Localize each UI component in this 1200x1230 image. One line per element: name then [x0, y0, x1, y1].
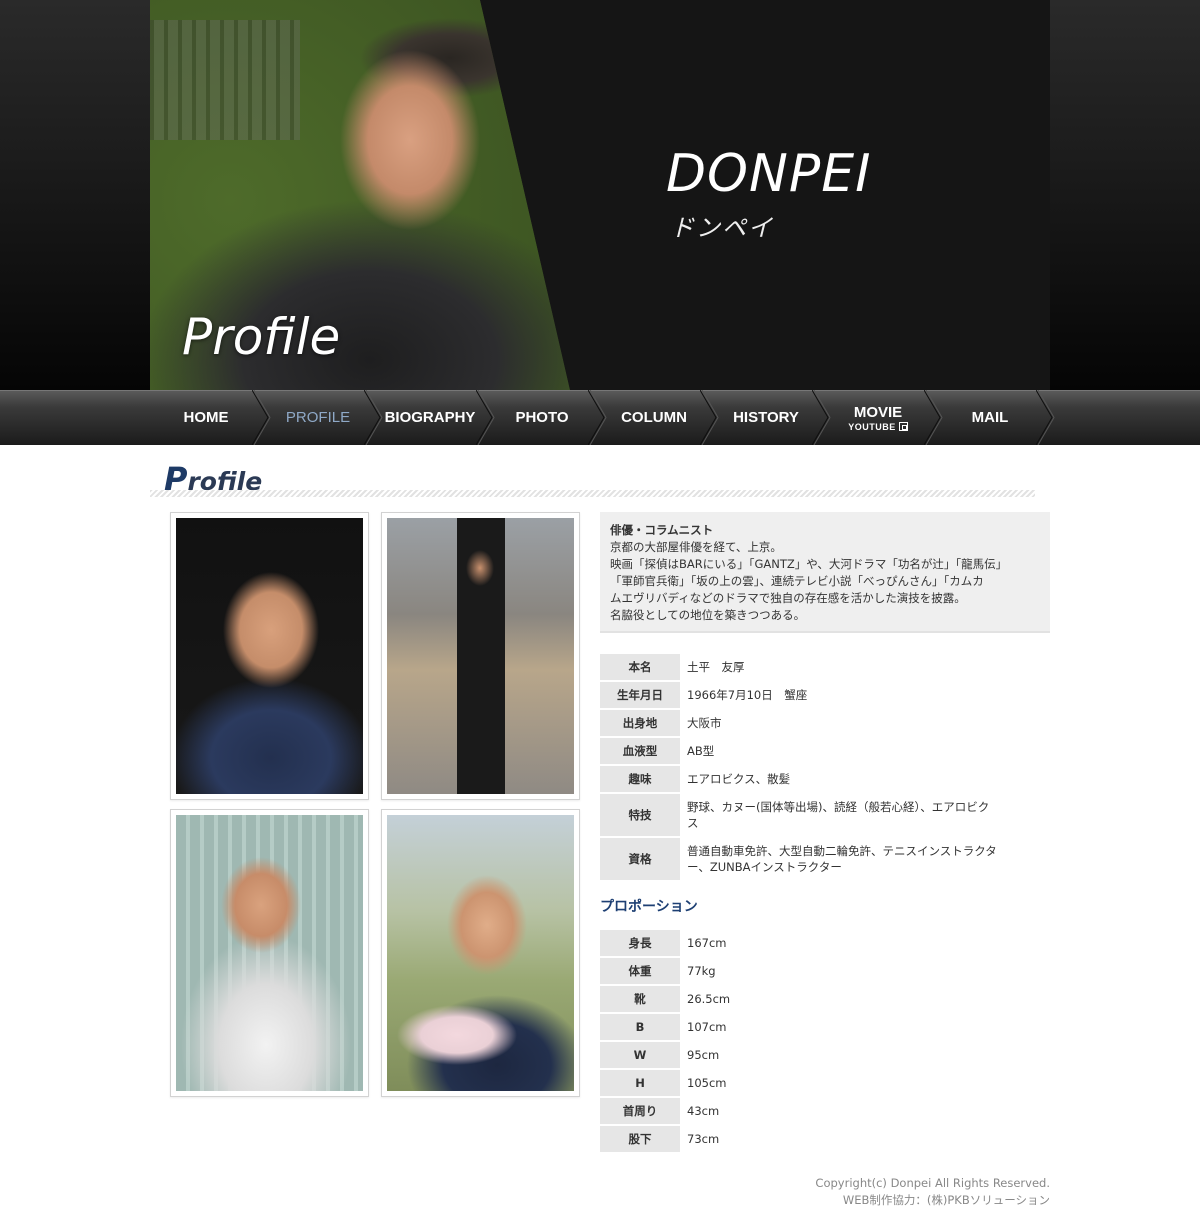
table-row: 体重 77kg	[600, 958, 1000, 984]
casual-photo	[176, 815, 363, 1091]
nav-label: PROFILE	[285, 409, 351, 426]
table-row: 本名 土平 友厚	[600, 654, 1000, 680]
row-label: 体重	[600, 958, 680, 984]
row-label: H	[600, 1070, 680, 1096]
nav-separator-arrow	[476, 390, 495, 445]
row-label: B	[600, 1014, 680, 1040]
row-label: 特技	[600, 794, 680, 836]
table-row: 生年月日 1966年7月10日 蟹座	[600, 682, 1000, 708]
nav-sublabel-text: YOUTUBE	[848, 421, 896, 432]
cherry-blossom-photo	[387, 815, 574, 1091]
row-label: 資格	[600, 838, 680, 880]
nav-sublabel: YOUTUBE	[848, 422, 908, 432]
intro-line: 「軍師官兵衛」「坂の上の雲」、連続テレビ小説「べっぴんさん」「カムカ	[610, 574, 984, 588]
row-value: 107cm	[687, 1020, 727, 1034]
nav-item-column[interactable]: COLUMN	[598, 390, 719, 445]
row-label: 股下	[600, 1126, 680, 1152]
profile-table: 本名 土平 友厚 生年月日 1966年7月10日 蟹座 出身地 大阪市 血液型 AB型 …	[600, 652, 1000, 882]
table-row: H 105cm	[600, 1070, 1000, 1096]
row-value: エアロビクス、散髪	[687, 772, 791, 786]
row-label: 生年月日	[600, 682, 680, 708]
nav-separator-arrow	[924, 390, 943, 445]
brand-name: DONPEI	[666, 144, 872, 204]
intro-line: 京都の大部屋俳優を経て、上京。	[610, 540, 782, 554]
row-value: 1966年7月10日 蟹座	[687, 688, 808, 702]
nav-item-home[interactable]: HOME	[150, 390, 271, 445]
nav-separator-arrow	[700, 390, 719, 445]
profile-photo-1[interactable]	[170, 512, 369, 800]
nav-label: HOME	[183, 409, 229, 426]
profile-photo-3[interactable]	[170, 809, 369, 1097]
intro-box: 俳優・コラムニスト 京都の大部屋俳優を経て、上京。 映画「探偵はBARにいる」「…	[600, 512, 1050, 633]
nav-label: HISTORY	[733, 409, 799, 426]
table-row: 身長 167cm	[600, 930, 1000, 956]
nav-separator-arrow	[1036, 390, 1055, 445]
footer: Copyright(c) Donpei All Rights Reserved.…	[815, 1175, 1050, 1209]
hero-banner: DONPEI ドンペイ Profile	[150, 0, 1050, 390]
intro-lead: 俳優・コラムニスト	[610, 523, 714, 537]
row-label: 血液型	[600, 738, 680, 764]
intro-line: 名脇役としての地位を築きつつある。	[610, 608, 806, 622]
nav-label: MOVIE	[853, 403, 903, 421]
row-label: 出身地	[600, 710, 680, 736]
profile-photo-4[interactable]	[381, 809, 580, 1097]
row-value: 77kg	[687, 964, 716, 978]
nav-separator-arrow	[364, 390, 383, 445]
proportion-table: 身長 167cm 体重 77kg 靴 26.5cm B 107cm W 95cm H 105…	[600, 928, 1000, 1154]
row-value: 167cm	[687, 936, 727, 950]
row-value: 26.5cm	[687, 992, 731, 1006]
row-value: 105cm	[687, 1076, 727, 1090]
title-divider	[150, 490, 1035, 497]
nav-item-photo[interactable]: PHOTO	[486, 390, 607, 445]
table-row: 資格 普通自動車免許、大型自動二輪免許、テニスインストラクター、ZUNBAインスト…	[600, 838, 1000, 880]
row-value: 73cm	[687, 1132, 720, 1146]
row-value: 土平 友厚	[687, 660, 745, 674]
nav-label: COLUMN	[621, 409, 687, 426]
row-label: 趣味	[600, 766, 680, 792]
row-label: 身長	[600, 930, 680, 956]
table-row: 特技 野球、カヌー(国体等出場)、読経（般若心経）、エアロビクス	[600, 794, 1000, 836]
nav-item-history[interactable]: HISTORY	[710, 390, 831, 445]
nav-separator-arrow	[812, 390, 831, 445]
full-body-photo	[387, 518, 574, 794]
table-row: 靴 26.5cm	[600, 986, 1000, 1012]
profile-photo-2[interactable]	[381, 512, 580, 800]
row-label: 本名	[600, 654, 680, 680]
row-value: 普通自動車免許、大型自動二輪免許、テニスインストラクター、ZUNBAインストラク…	[687, 844, 997, 874]
nav-item-movie[interactable]: MOVIE YOUTUBE	[822, 390, 943, 445]
portrait-photo-smiling	[176, 518, 363, 794]
main-nav: HOME PROFILE BIOGRAPHY PHOTO COLUMN HIST…	[150, 390, 1055, 445]
nav-item-mail[interactable]: MAIL	[934, 390, 1055, 445]
row-value: 43cm	[687, 1104, 720, 1118]
proportion-heading: プロポーション	[600, 899, 698, 915]
row-value: 95cm	[687, 1048, 720, 1062]
row-label: 靴	[600, 986, 680, 1012]
row-label: W	[600, 1042, 680, 1068]
row-label: 首周り	[600, 1098, 680, 1124]
nav-label: BIOGRAPHY	[384, 409, 476, 426]
table-row: 股下 73cm	[600, 1126, 1000, 1152]
nav-label: PHOTO	[515, 409, 569, 426]
credit-text: WEB制作協力：(株)PKBソリューション	[842, 1193, 1050, 1207]
nav-label: MAIL	[971, 409, 1009, 426]
table-row: 趣味 エアロビクス、散髪	[600, 766, 1000, 792]
table-row: W 95cm	[600, 1042, 1000, 1068]
intro-line: ムエヴリバディなどのドラマで独自の存在感を活かした演技を披露。	[610, 591, 966, 605]
copyright-text: Copyright(c) Donpei All Rights Reserved.	[815, 1176, 1050, 1190]
row-value: AB型	[687, 744, 715, 758]
table-row: 首周り 43cm	[600, 1098, 1000, 1124]
nav-item-profile[interactable]: PROFILE	[262, 390, 383, 445]
external-link-icon	[898, 422, 908, 431]
row-value: 大阪市	[687, 716, 722, 730]
intro-line: 映画「探偵はBARにいる」「GANTZ」や、大河ドラマ「功名が辻」「龍馬伝」	[610, 557, 1008, 571]
nav-item-biography[interactable]: BIOGRAPHY	[374, 390, 495, 445]
table-row: 出身地 大阪市	[600, 710, 1000, 736]
nav-separator-arrow	[252, 390, 271, 445]
nav-separator-arrow	[588, 390, 607, 445]
hero-page-title: Profile	[182, 308, 341, 366]
table-row: 血液型 AB型	[600, 738, 1000, 764]
row-value: 野球、カヌー(国体等出場)、読経（般若心経）、エアロビクス	[687, 800, 990, 830]
brand-kana: ドンペイ	[670, 214, 774, 242]
table-row: B 107cm	[600, 1014, 1000, 1040]
